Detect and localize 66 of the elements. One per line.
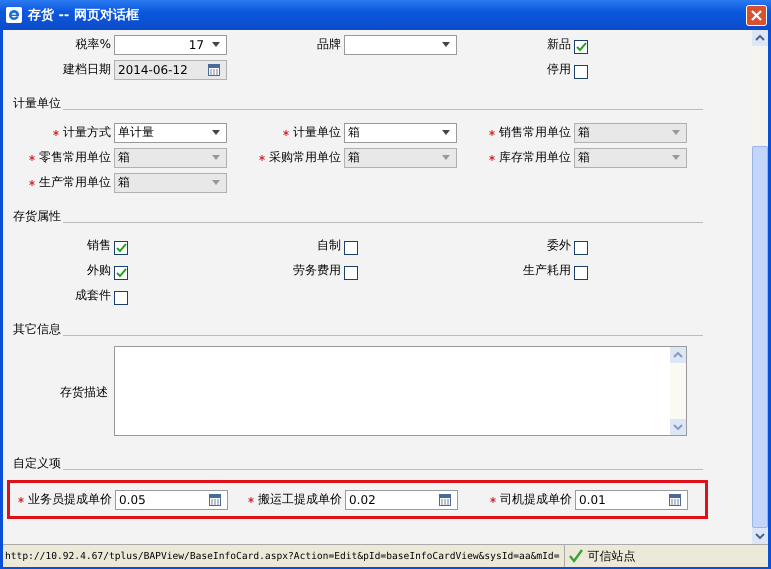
- status-url: http://10.92.4.67/tplus/BAPView/BaseInfoCard.aspx?Action=Edit&pId=baseInfoCardView&sysId=aa&mId=: [4, 550, 560, 562]
- checkbox[interactable]: [114, 240, 128, 254]
- caret-icon: [212, 130, 220, 135]
- field-label: 停用: [547, 61, 571, 78]
- caret-icon: [212, 42, 220, 47]
- field-label: 搬运工提成单价: [258, 491, 342, 508]
- window-title: 存货 -- 网页对话框: [28, 7, 140, 24]
- caret-icon: [442, 42, 450, 47]
- field-label: 库存常用单位: [499, 149, 571, 166]
- caret-icon: [212, 180, 220, 185]
- scroll-down-icon[interactable]: [752, 528, 768, 544]
- field-label: 计量方式: [63, 124, 111, 141]
- number-field[interactable]: 0.02: [345, 490, 458, 510]
- field-label: 生产常用单位: [39, 174, 111, 191]
- checkbox[interactable]: [574, 40, 588, 54]
- dropdown-field[interactable]: 17: [114, 34, 227, 54]
- field-label: 成套件: [75, 287, 111, 304]
- number-field[interactable]: 0.01: [575, 490, 688, 510]
- checkbox[interactable]: [114, 290, 128, 304]
- checkbox[interactable]: [574, 266, 588, 280]
- section-heading: 自定义项: [13, 455, 61, 472]
- number-field[interactable]: 0.05: [115, 490, 228, 510]
- scrollbar[interactable]: [752, 30, 768, 544]
- calculator-icon[interactable]: [209, 494, 221, 506]
- caret-icon: [212, 155, 220, 160]
- field-label: 生产耗用: [523, 262, 571, 279]
- calculator-icon[interactable]: [439, 494, 451, 506]
- checkbox[interactable]: [114, 266, 128, 280]
- checkbox[interactable]: [344, 240, 358, 254]
- field-label: 存货描述: [59, 384, 108, 400]
- scroll-up-icon[interactable]: [752, 30, 768, 46]
- section-heading: 计量单位: [13, 95, 61, 112]
- field-label: 销售常用单位: [499, 124, 571, 141]
- field-label: 劳务费用: [293, 262, 341, 279]
- close-button[interactable]: [746, 4, 767, 26]
- caret-icon: [672, 130, 680, 135]
- section-heading: 其它信息: [13, 321, 61, 338]
- field-label: 新品: [547, 36, 571, 53]
- calculator-icon[interactable]: [669, 494, 681, 506]
- field-label: 建档日期: [63, 61, 111, 78]
- field-label: 采购常用单位: [269, 149, 341, 166]
- checkbox[interactable]: [344, 266, 358, 280]
- caret-icon: [672, 155, 680, 160]
- field-label: 销售: [87, 237, 111, 254]
- field-label: 零售常用单位: [39, 149, 111, 166]
- field-label: 外购: [87, 262, 111, 279]
- text-area[interactable]: [114, 346, 687, 436]
- field-label: 计量单位: [293, 124, 341, 141]
- dropdown-field[interactable]: [344, 34, 457, 54]
- close-icon: [751, 10, 762, 20]
- browser-logo-icon: [6, 7, 22, 23]
- field-label: 税率%: [76, 36, 111, 53]
- field-label: 委外: [547, 237, 571, 254]
- checkmark-icon: [568, 549, 582, 563]
- dropdown-field[interactable]: 单计量: [114, 122, 227, 142]
- field-label: 业务员提成单价: [28, 491, 112, 508]
- dropdown-field[interactable]: 箱: [344, 122, 457, 142]
- security-zone-text: 可信站点: [588, 548, 636, 564]
- caret-icon: [442, 130, 450, 135]
- caret-icon: [442, 155, 450, 160]
- field-label: 品牌: [317, 36, 341, 53]
- checkbox[interactable]: [574, 64, 588, 78]
- checkbox[interactable]: [574, 240, 588, 254]
- section-heading: 存货属性: [13, 208, 61, 225]
- field-label: 自制: [317, 237, 341, 254]
- field-label: 司机提成单价: [500, 491, 572, 508]
